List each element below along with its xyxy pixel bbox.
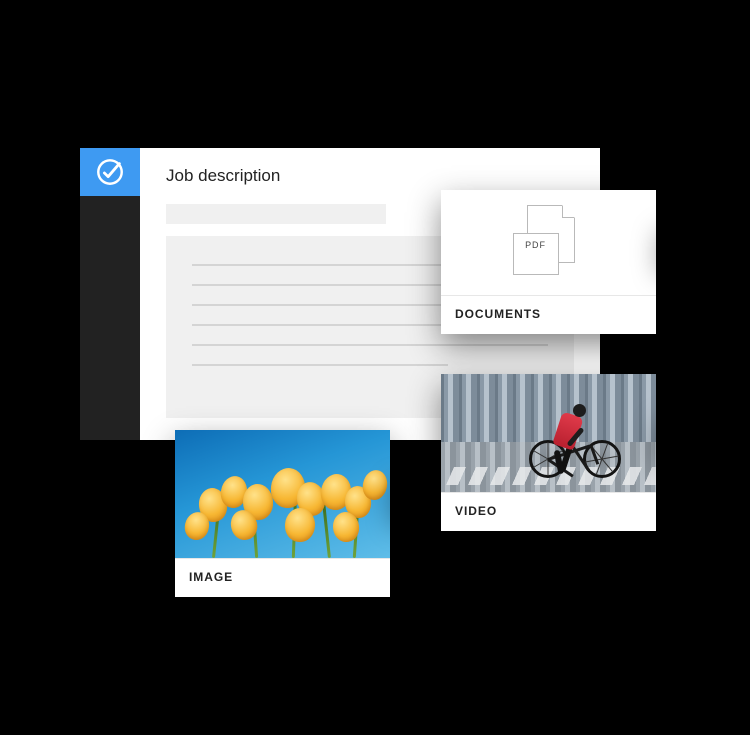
image-label: IMAGE [175, 558, 390, 597]
video-thumbnail [441, 374, 656, 492]
sidebar [80, 148, 140, 440]
attachment-card-documents[interactable]: PDF DOCUMENTS [441, 190, 656, 334]
attachment-card-video[interactable]: VIDEO [441, 374, 656, 531]
pdf-file-icon: PDF [509, 203, 589, 283]
image-thumbnail [175, 430, 390, 558]
documents-thumbnail: PDF [441, 190, 656, 295]
text-line [192, 344, 548, 346]
title-input-placeholder[interactable] [166, 204, 386, 224]
app-logo[interactable] [80, 148, 140, 196]
pdf-badge-text: PDF [525, 240, 546, 250]
documents-label: DOCUMENTS [441, 295, 656, 334]
checkmark-circle-icon [95, 157, 125, 187]
text-line [192, 364, 448, 366]
attachment-card-image[interactable]: IMAGE [175, 430, 390, 597]
page-title: Job description [166, 166, 574, 186]
video-label: VIDEO [441, 492, 656, 531]
